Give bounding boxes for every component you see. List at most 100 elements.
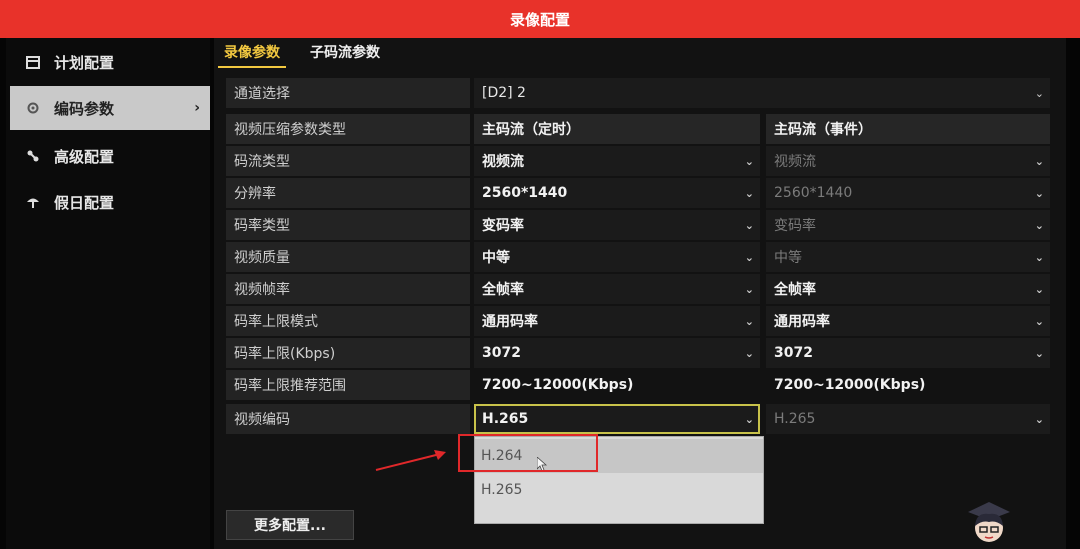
resolution-select-scheduled[interactable]: 2560*1440 ⌄: [474, 178, 760, 208]
sidebar-item-advanced[interactable]: 高级配置: [10, 134, 210, 178]
chevron-down-icon: ⌄: [1034, 314, 1044, 328]
bitrate-cap-mode-select-scheduled[interactable]: 通用码率 ⌄: [474, 306, 760, 336]
chevron-down-icon: ⌄: [1034, 154, 1044, 168]
row-label: 码率上限(Kbps): [226, 338, 470, 368]
table-row: 视频编码 H.265 ⌄ H.265 ⌄: [226, 404, 1050, 434]
select-value: H.265: [482, 411, 529, 427]
stream-type-select-scheduled[interactable]: 视频流 ⌄: [474, 146, 760, 176]
chevron-down-icon: ⌄: [1034, 250, 1044, 264]
table-row: 码率上限(Kbps) 3072 ⌄ 3072 ⌄: [226, 338, 1050, 368]
select-value: 中等: [774, 250, 802, 266]
recommended-range-event: 7200~12000(Kbps): [766, 370, 1050, 400]
row-label: 码率类型: [226, 210, 470, 240]
row-label: 码率上限模式: [226, 306, 470, 336]
bitrate-cap-select-scheduled[interactable]: 3072 ⌄: [474, 338, 760, 368]
chevron-right-icon: ›: [194, 100, 200, 116]
row-label: 视频帧率: [226, 274, 470, 304]
compression-type-label: 视频压缩参数类型: [226, 114, 470, 144]
video-quality-select-scheduled[interactable]: 中等 ⌄: [474, 242, 760, 272]
tab-bar: 录像参数 子码流参数: [218, 42, 404, 68]
bitrate-cap-select-event[interactable]: 3072 ⌄: [766, 338, 1050, 368]
row-label: 码流类型: [226, 146, 470, 176]
chevron-down-icon: ⌄: [1034, 186, 1044, 200]
channel-label: 通道选择: [226, 78, 470, 108]
bitrate-type-select-scheduled[interactable]: 变码率 ⌄: [474, 210, 760, 240]
select-value: 视频流: [482, 154, 524, 170]
channel-select[interactable]: [D2] 2 ⌄: [474, 78, 1050, 108]
chevron-down-icon: ⌄: [744, 250, 754, 264]
sidebar-item-label: 高级配置: [54, 147, 115, 166]
select-value: 变码率: [482, 218, 524, 234]
chevron-down-icon: ⌄: [1034, 346, 1044, 360]
channel-row: 通道选择 [D2] 2 ⌄: [226, 78, 1050, 108]
select-value: 2560*1440: [482, 185, 568, 201]
frame-rate-select-event[interactable]: 全帧率 ⌄: [766, 274, 1050, 304]
video-codec-select-scheduled[interactable]: H.265 ⌄: [474, 404, 760, 434]
avatar: [968, 502, 1010, 542]
dropdown-option-h265[interactable]: H.265: [475, 473, 763, 507]
chevron-down-icon: ⌄: [744, 154, 754, 168]
annotation-arrow-icon: [375, 450, 446, 471]
chevron-down-icon: ⌄: [744, 314, 754, 328]
select-value: 全帧率: [774, 282, 816, 298]
bitrate-type-select-event[interactable]: 变码率 ⌄: [766, 210, 1050, 240]
table-row: 码率上限推荐范围 7200~12000(Kbps) 7200~12000(Kbp…: [226, 370, 1050, 400]
compression-header-row: 视频压缩参数类型 主码流（定时） 主码流（事件）: [226, 114, 1050, 144]
row-label: 视频编码: [226, 404, 470, 434]
row-label: 视频质量: [226, 242, 470, 272]
stream-type-select-event[interactable]: 视频流 ⌄: [766, 146, 1050, 176]
table-row: 视频帧率 全帧率 ⌄ 全帧率 ⌄: [226, 274, 1050, 304]
channel-value: [D2] 2: [482, 85, 526, 101]
umbrella-icon: [24, 193, 42, 211]
calendar-icon: [24, 53, 42, 71]
chevron-down-icon: ⌄: [744, 218, 754, 232]
bitrate-cap-mode-select-event[interactable]: 通用码率 ⌄: [766, 306, 1050, 336]
select-value: 中等: [482, 250, 510, 266]
sidebar-item-schedule[interactable]: 计划配置: [10, 40, 210, 84]
select-value: 变码率: [774, 218, 816, 234]
chevron-down-icon: ⌄: [744, 282, 754, 296]
chevron-down-icon: ⌄: [744, 186, 754, 200]
sidebar-item-label: 假日配置: [54, 193, 115, 212]
select-value: 通用码率: [774, 314, 830, 330]
select-value: H.265: [774, 411, 816, 427]
column-header-scheduled: 主码流（定时）: [474, 114, 760, 144]
chevron-down-icon: ⌄: [1034, 282, 1044, 296]
chevron-down-icon: ⌄: [1034, 412, 1044, 426]
column-header-event: 主码流（事件）: [766, 114, 1050, 144]
window-titlebar: 录像配置: [0, 0, 1080, 38]
sidebar-item-encoding[interactable]: 编码参数 ›: [10, 86, 210, 130]
row-label: 分辨率: [226, 178, 470, 208]
tab-record-params[interactable]: 录像参数: [218, 42, 286, 68]
chevron-down-icon: ⌄: [1034, 86, 1044, 100]
table-row: 码流类型 视频流 ⌄ 视频流 ⌄: [226, 146, 1050, 176]
sidebar: 计划配置 编码参数 › 高级配置 假日配置: [6, 38, 210, 549]
resolution-select-event[interactable]: 2560*1440 ⌄: [766, 178, 1050, 208]
table-row: 码率类型 变码率 ⌄ 变码率 ⌄: [226, 210, 1050, 240]
tools-icon: [24, 147, 42, 165]
chevron-down-icon: ⌄: [1034, 218, 1044, 232]
chevron-down-icon: ⌄: [744, 412, 754, 426]
more-config-button[interactable]: 更多配置...: [226, 510, 354, 540]
sidebar-item-label: 计划配置: [54, 53, 115, 72]
select-value: 3072: [774, 345, 813, 361]
frame-rate-select-scheduled[interactable]: 全帧率 ⌄: [474, 274, 760, 304]
tab-substream-params[interactable]: 子码流参数: [304, 42, 386, 68]
select-value: 3072: [482, 345, 521, 361]
recommended-range-scheduled: 7200~12000(Kbps): [474, 370, 760, 400]
row-label: 码率上限推荐范围: [226, 370, 470, 400]
video-quality-select-event[interactable]: 中等 ⌄: [766, 242, 1050, 272]
video-codec-select-event[interactable]: H.265 ⌄: [766, 404, 1050, 434]
sidebar-item-holiday[interactable]: 假日配置: [10, 180, 210, 224]
select-value: 2560*1440: [774, 185, 853, 201]
table-row: 码率上限模式 通用码率 ⌄ 通用码率 ⌄: [226, 306, 1050, 336]
gear-icon: [24, 99, 42, 117]
window-title: 录像配置: [509, 10, 570, 29]
select-value: 通用码率: [482, 314, 538, 330]
option-label: H.265: [481, 482, 523, 498]
chevron-down-icon: ⌄: [744, 346, 754, 360]
annotation-highlight-box: [458, 434, 598, 472]
select-value: 全帧率: [482, 282, 524, 298]
table-row: 视频质量 中等 ⌄ 中等 ⌄: [226, 242, 1050, 272]
sidebar-item-label: 编码参数: [54, 99, 115, 118]
